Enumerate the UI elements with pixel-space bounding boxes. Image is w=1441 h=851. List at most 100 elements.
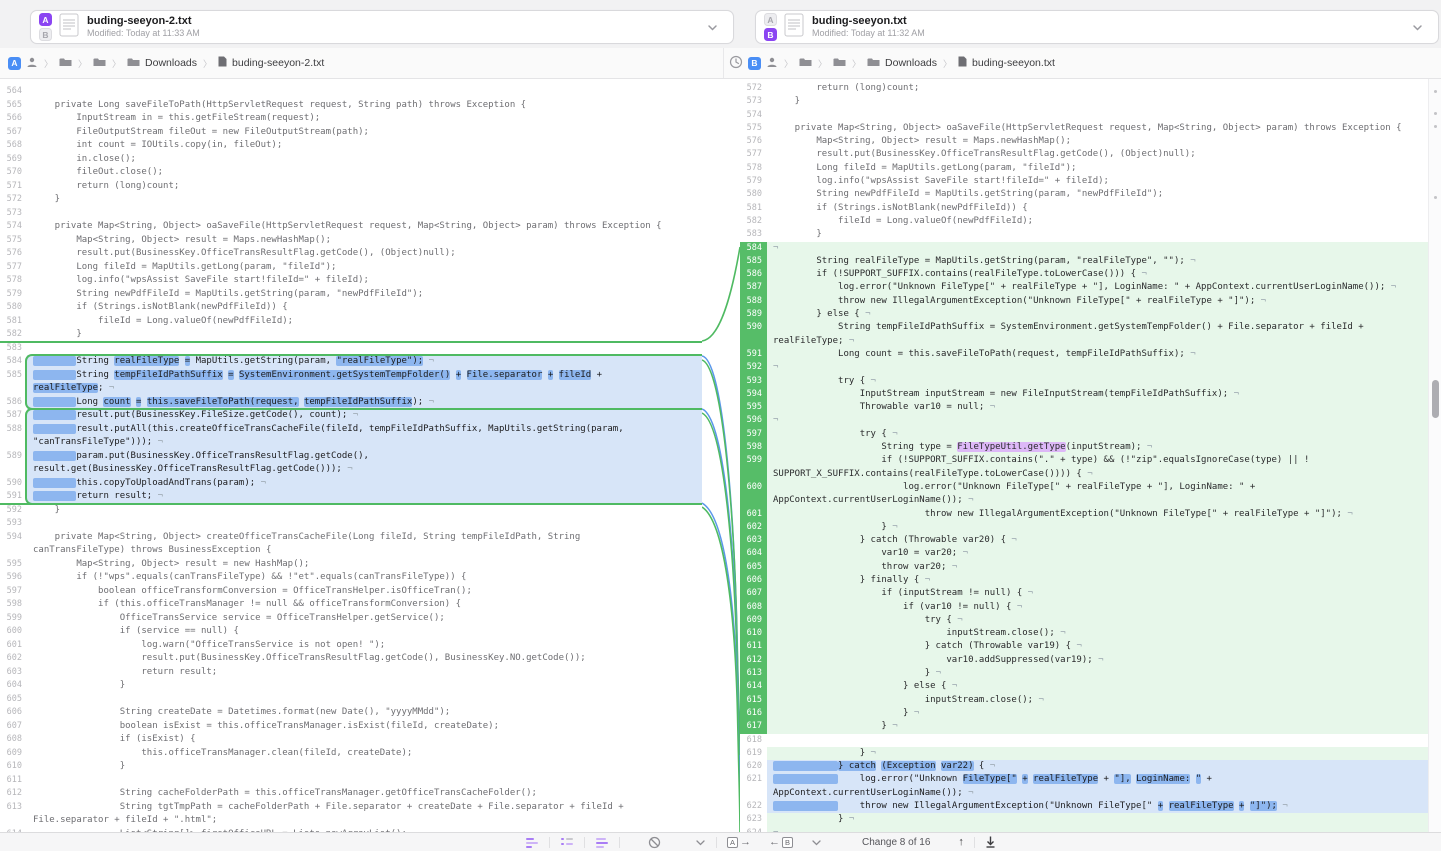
code-line: log.info("wpsAssist SaveFile start!fileI… — [27, 274, 702, 288]
code-row: 610 inputStream.close(); ¬ — [740, 627, 1428, 640]
line-number: 602 — [740, 521, 767, 534]
line-number: 594 — [740, 388, 767, 401]
code-line: String cacheFolderPath = this.officeTran… — [27, 787, 702, 801]
code-row: 595 Throwable var10 = null; ¬ — [740, 401, 1428, 414]
line-number: 617 — [740, 720, 767, 733]
code-row: 579 log.info("wpsAssist SaveFile start!f… — [740, 175, 1428, 188]
code-line: realFileType; ¬ — [27, 382, 702, 396]
header-bar: A B buding-seeyon-2.txt Modified: Today … — [0, 0, 1441, 49]
line-number: 616 — [740, 707, 767, 720]
scrollbar-change-marker — [1434, 196, 1437, 199]
line-number: 599 — [0, 612, 27, 626]
fluid-view-icon[interactable] — [525, 836, 539, 848]
user-icon[interactable] — [766, 56, 778, 71]
change-counter-label: Change 8 of 16 — [862, 837, 930, 848]
code-line: String newPdfFileId = MapUtils.getString… — [767, 188, 1428, 201]
blocks-view-icon[interactable] — [560, 836, 574, 848]
copy-b-to-a-icon[interactable]: ←B — [769, 836, 793, 848]
code-row: 613 String tgtTmpPath = cacheFolderPath … — [0, 801, 702, 815]
code-line: } else { ¬ — [767, 308, 1428, 321]
folder-icon[interactable] — [833, 57, 846, 70]
code-row: realFileType; ¬ — [0, 382, 702, 396]
breadcrumb-folder[interactable]: Downloads — [885, 57, 937, 69]
line-number: 612 — [0, 787, 27, 801]
history-icon[interactable] — [729, 55, 743, 72]
breadcrumb-file[interactable]: buding-seeyon.txt — [972, 57, 1055, 69]
line-number: 590 — [0, 477, 27, 491]
copy-a-to-b-icon[interactable]: A→ — [727, 836, 751, 848]
line-number: 583 — [0, 342, 27, 356]
code-pane-left[interactable]: 564565 private Long saveFileToPath(HttpS… — [0, 79, 702, 832]
code-line: var10 = var20; ¬ — [767, 547, 1428, 560]
chevron-down-icon[interactable] — [1411, 21, 1424, 39]
line-number: 577 — [0, 261, 27, 275]
breadcrumb-file[interactable]: buding-seeyon-2.txt — [232, 57, 324, 69]
line-number: 566 — [0, 112, 27, 126]
line-number: 600 — [740, 481, 767, 494]
line-number: 607 — [740, 587, 767, 600]
line-number: 572 — [740, 82, 767, 95]
code-line: File.separator + fileId + ".html"; — [27, 814, 702, 828]
line-number: 586 — [740, 268, 767, 281]
file-card-left[interactable]: A B buding-seeyon-2.txt Modified: Today … — [30, 10, 734, 44]
unified-view-icon[interactable] — [595, 836, 609, 848]
code-pane-right[interactable]: 572 return (long)count;573 }574575 priva… — [740, 79, 1428, 832]
code-row: 588 result.putAll(this.createOfficeTrans… — [0, 423, 702, 437]
folder-icon[interactable] — [59, 57, 72, 70]
folder-icon[interactable] — [93, 57, 106, 70]
chevron-separator: 〉 — [784, 57, 793, 70]
code-row: 612 var10.addSuppressed(var19); ¬ — [740, 654, 1428, 667]
chevron-down-icon[interactable] — [811, 837, 822, 848]
code-row: 611 } catch (Throwable var19) { ¬ — [740, 640, 1428, 653]
bottom-toolbar: A→ ←B Change 8 of 16 ↑ — [0, 832, 1441, 851]
line-number: 578 — [0, 274, 27, 288]
breadcrumb-folder[interactable]: Downloads — [145, 57, 197, 69]
file-name: buding-seeyon.txt — [812, 15, 925, 29]
line-number: 582 — [0, 328, 27, 342]
line-number: 591 — [0, 490, 27, 504]
code-line — [27, 207, 702, 221]
code-row: 590 this.copyToUploadAndTrans(param); ¬ — [0, 477, 702, 491]
folder-icon[interactable] — [799, 57, 812, 70]
scrollbar-change-marker — [1434, 125, 1437, 128]
next-change-icon[interactable] — [985, 836, 996, 848]
code-row: 609 this.officeTransManager.clean(fileId… — [0, 747, 702, 761]
code-row: 580 if (Strings.isNotBlank(newPdfFileId)… — [0, 301, 702, 315]
line-number: 620 — [740, 760, 767, 773]
code-row: 573 } — [740, 95, 1428, 108]
line-number: 581 — [0, 315, 27, 329]
code-row: 605 throw var20; ¬ — [740, 561, 1428, 574]
scrollbar[interactable] — [1428, 79, 1441, 832]
ignore-icon[interactable] — [648, 836, 661, 849]
chevron-down-icon[interactable] — [706, 21, 719, 39]
folder-icon[interactable] — [867, 57, 880, 70]
code-line: realFileType; ¬ — [767, 335, 1428, 348]
previous-change-icon[interactable]: ↑ — [958, 836, 964, 848]
line-number: 584 — [0, 355, 27, 369]
code-row: 572 return (long)count; — [740, 82, 1428, 95]
breadcrumb-left: A 〉 〉 〉 Downloads 〉 buding-seeyon-2.txt — [8, 48, 324, 78]
code-row: 597 boolean officeTransformConversion = … — [0, 585, 702, 599]
scrollbar-thumb[interactable] — [1432, 380, 1439, 418]
code-row: 597 try { ¬ — [740, 428, 1428, 441]
code-line: if (!SUPPORT_SUFFIX.contains(realFileTyp… — [767, 268, 1428, 281]
ab-badge-column: A B — [764, 13, 777, 41]
chevron-down-icon[interactable] — [695, 837, 706, 848]
code-row: 618 — [740, 734, 1428, 747]
line-number: 608 — [740, 601, 767, 614]
code-line: String createDate = Datetimes.format(new… — [27, 706, 702, 720]
code-row: 567 FileOutputStream fileOut = new FileO… — [0, 126, 702, 140]
code-line: log.info("wpsAssist SaveFile start!fileI… — [767, 175, 1428, 188]
code-line — [767, 109, 1428, 122]
user-icon[interactable] — [26, 56, 38, 71]
code-line: inputStream.close(); ¬ — [767, 627, 1428, 640]
folder-icon[interactable] — [127, 57, 140, 70]
code-line: result.put(BusinessKey.OfficeTransResult… — [27, 247, 702, 261]
file-card-right[interactable]: A B buding-seeyon.txt Modified: Today at… — [755, 10, 1439, 44]
code-line: String realFileType = MapUtils.getString… — [27, 355, 702, 369]
code-row: 593 — [0, 517, 702, 531]
code-row: 617 } ¬ — [740, 720, 1428, 733]
line-number: 618 — [740, 734, 767, 747]
code-row: 576 result.put(BusinessKey.OfficeTransRe… — [0, 247, 702, 261]
code-line: return result; — [27, 666, 702, 680]
